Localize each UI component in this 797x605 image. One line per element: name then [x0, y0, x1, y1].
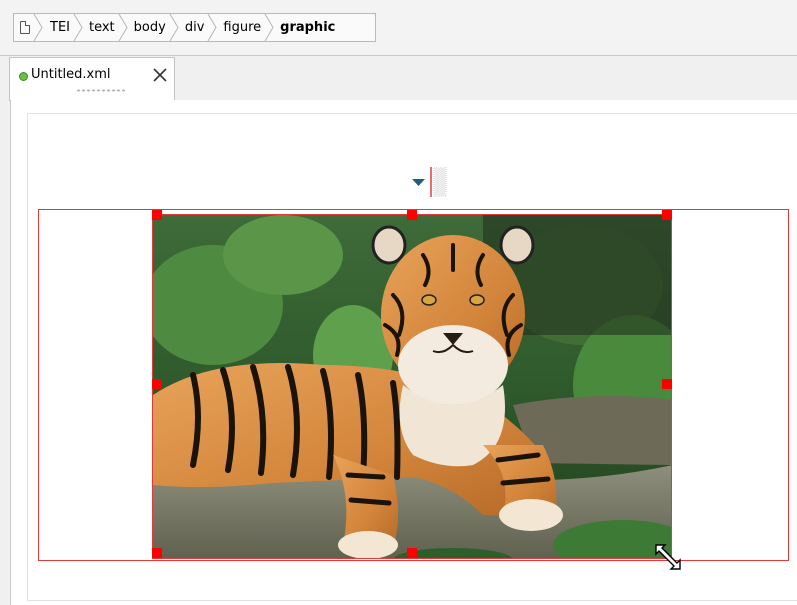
resize-handle-left[interactable] — [152, 379, 162, 389]
graphic-image[interactable] — [152, 214, 672, 559]
chevron-right-icon — [33, 14, 43, 41]
breadcrumb-item-body[interactable]: body — [131, 14, 182, 41]
breadcrumb: TEI text body div figure graphic — [13, 13, 376, 42]
resize-handle-top-left[interactable] — [152, 210, 162, 220]
tab-drag-handle[interactable] — [76, 89, 126, 92]
tab-label: Untitled.xml — [31, 67, 111, 82]
breadcrumb-label: body — [133, 20, 166, 35]
resize-handle-bottom[interactable] — [407, 548, 417, 558]
modified-status-icon — [19, 72, 28, 81]
breadcrumb-root[interactable] — [14, 14, 47, 41]
breadcrumb-label: graphic — [280, 20, 336, 35]
resize-handle-right[interactable] — [662, 379, 672, 389]
editor-tab-strip: Untitled.xml — [0, 55, 797, 101]
chevron-right-icon — [118, 14, 128, 41]
chevron-right-icon — [169, 14, 179, 41]
file-icon — [20, 21, 30, 34]
chevron-right-icon — [264, 14, 274, 41]
breadcrumb-item-text[interactable]: text — [86, 14, 131, 41]
breadcrumb-item-figure[interactable]: figure — [220, 14, 277, 41]
tiger-image — [153, 215, 671, 558]
tab-untitled-xml[interactable]: Untitled.xml — [9, 57, 175, 101]
close-icon[interactable] — [151, 66, 169, 84]
chevron-right-icon — [207, 14, 217, 41]
chevron-right-icon — [73, 14, 83, 41]
breadcrumb-bar: TEI text body div figure graphic — [0, 0, 797, 55]
breadcrumb-label: text — [89, 20, 115, 35]
resize-handle-top-right[interactable] — [662, 210, 672, 220]
breadcrumb-label: TEI — [50, 20, 70, 35]
breadcrumb-label: figure — [223, 20, 262, 35]
resize-diagonal-icon[interactable] — [653, 542, 683, 572]
expand-triangle-icon[interactable] — [411, 167, 449, 197]
breadcrumb-item-div[interactable]: div — [182, 14, 221, 41]
breadcrumb-label: div — [184, 20, 205, 35]
breadcrumb-item-tei[interactable]: TEI — [47, 14, 86, 41]
resize-handle-bottom-left[interactable] — [152, 548, 162, 558]
resize-handle-top[interactable] — [407, 210, 417, 220]
breadcrumb-item-graphic[interactable]: graphic — [277, 14, 338, 41]
